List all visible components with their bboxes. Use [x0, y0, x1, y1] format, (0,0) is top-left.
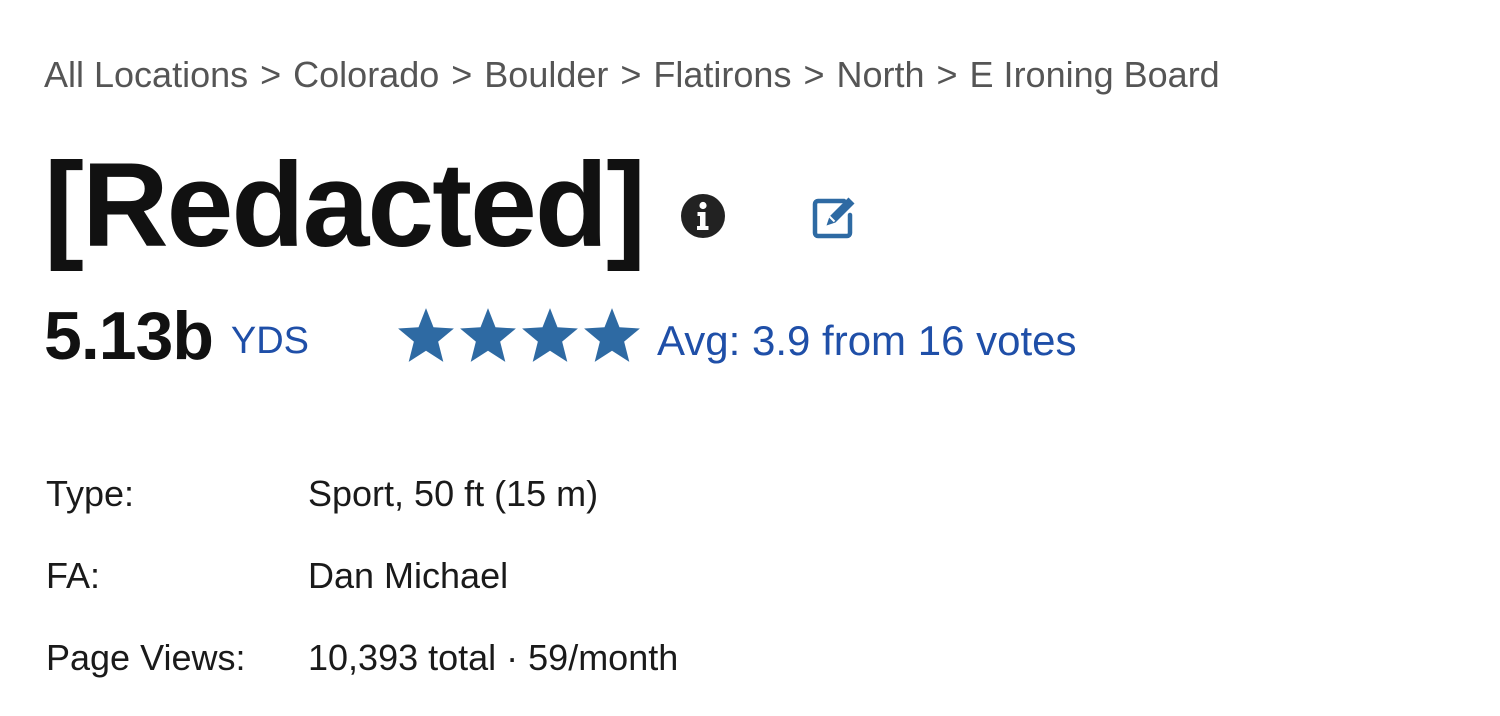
- detail-value: 10,393 total · 59/month: [308, 637, 679, 678]
- grade-system-link[interactable]: YDS: [231, 306, 309, 376]
- edit-pencil-icon[interactable]: [810, 193, 858, 241]
- detail-label: Page Views:: [46, 637, 246, 678]
- rating-summary-link[interactable]: Avg: 3.9 from 16 votes: [657, 306, 1076, 376]
- star-icon: [519, 305, 581, 367]
- star-icon: [457, 305, 519, 367]
- route-grade: 5.13b: [44, 298, 214, 374]
- route-page: All Locations > Colorado > Boulder > Flatirons…: [0, 0, 1500, 716]
- breadcrumb-separator: >: [936, 54, 958, 95]
- detail-row-type: Type: Sport, 50 ft (15 m): [46, 466, 678, 548]
- detail-value: Dan Michael: [308, 555, 509, 596]
- breadcrumb-item-e-ironing-board[interactable]: E Ironing Board: [970, 54, 1220, 95]
- star-icon: [395, 305, 457, 367]
- breadcrumb-item-colorado[interactable]: Colorado: [293, 54, 439, 95]
- info-circle-icon[interactable]: [680, 193, 726, 239]
- detail-row-fa: FA: Dan Michael: [46, 548, 678, 630]
- breadcrumb-item-all-locations[interactable]: All Locations: [44, 54, 248, 95]
- breadcrumb-separator: >: [451, 54, 473, 95]
- breadcrumb-item-boulder[interactable]: Boulder: [484, 54, 608, 95]
- star-icon: [581, 305, 643, 367]
- breadcrumb-separator: >: [803, 54, 825, 95]
- page-title: [Redacted]: [44, 138, 646, 272]
- route-details: Type: Sport, 50 ft (15 m) FA: Dan Michae…: [46, 466, 678, 712]
- breadcrumb: All Locations > Colorado > Boulder > Flatirons…: [44, 50, 1220, 100]
- detail-value: Sport, 50 ft (15 m): [308, 473, 599, 514]
- grade-rating-row: 5.13b YDS Avg: 3.9 from 16 votes: [44, 296, 1076, 376]
- detail-row-page-views: Page Views: 10,393 total · 59/month: [46, 630, 678, 712]
- breadcrumb-separator: >: [260, 54, 282, 95]
- detail-label: FA:: [46, 555, 101, 596]
- detail-label: Type:: [46, 473, 135, 514]
- star-rating: [395, 298, 643, 374]
- breadcrumb-item-north[interactable]: North: [836, 54, 924, 95]
- breadcrumb-item-flatirons[interactable]: Flatirons: [653, 54, 791, 95]
- title-row: [Redacted]: [44, 140, 858, 270]
- breadcrumb-separator: >: [620, 54, 642, 95]
